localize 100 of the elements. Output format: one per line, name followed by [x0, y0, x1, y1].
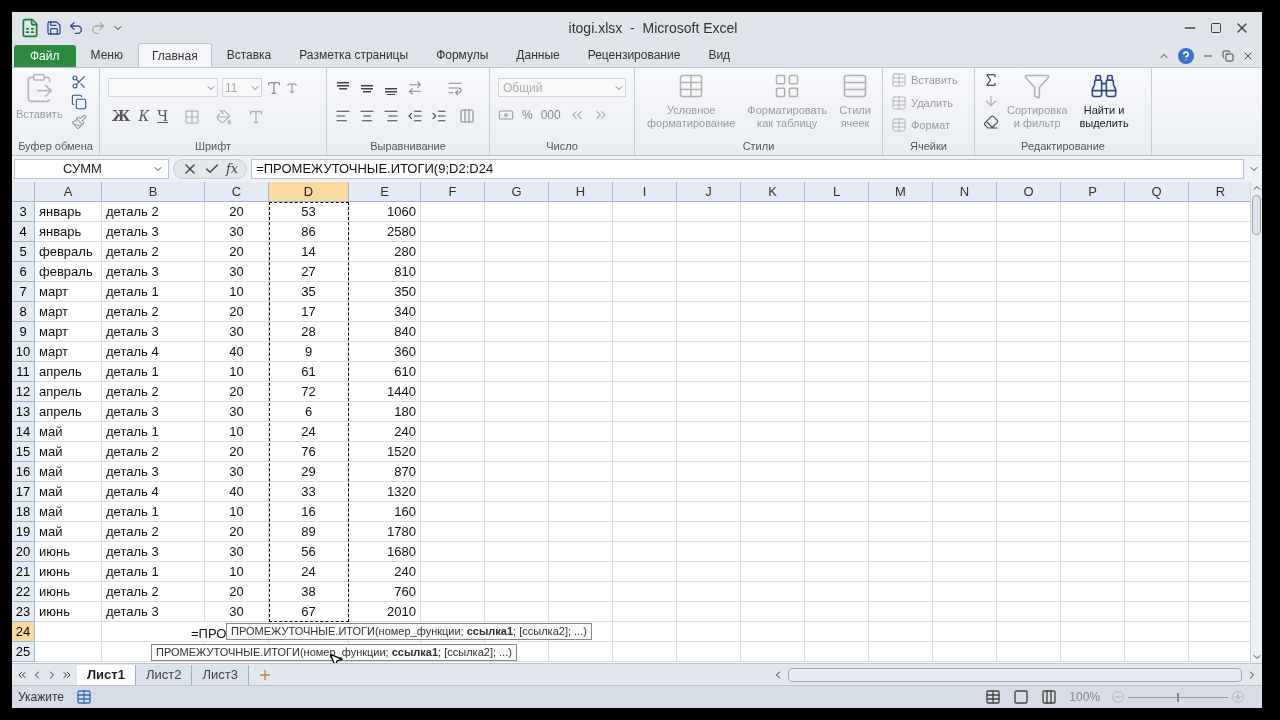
- ribbon-button[interactable]: Найти и выделить: [1075, 68, 1133, 130]
- row-header[interactable]: 20: [12, 542, 35, 562]
- empty-cell: [933, 622, 997, 642]
- column-header[interactable]: O: [997, 182, 1061, 202]
- normal-view-icon[interactable]: [985, 689, 1002, 705]
- underline-button[interactable]: Ч: [157, 106, 169, 127]
- shrink-font-icon[interactable]: [286, 81, 298, 94]
- column-header[interactable]: C: [205, 182, 269, 202]
- borders-icon[interactable]: [184, 108, 201, 125]
- row-header[interactable]: 10: [12, 342, 35, 362]
- row-header[interactable]: 18: [12, 502, 35, 522]
- column-header[interactable]: I: [613, 182, 677, 202]
- indent-increase-icon[interactable]: [431, 108, 447, 124]
- sheet-tab[interactable]: Лист3: [192, 664, 249, 685]
- empty-cell: [805, 262, 869, 282]
- insert-function-button[interactable]: fx: [226, 159, 239, 179]
- sheet-tab[interactable]: Лист2: [135, 664, 193, 685]
- page-break-icon[interactable]: [1041, 689, 1058, 705]
- column-header[interactable]: H: [549, 182, 613, 202]
- row-header[interactable]: 21: [12, 562, 35, 582]
- orientation-icon[interactable]: [407, 80, 423, 96]
- align-center-icon[interactable]: [359, 108, 375, 124]
- row-header[interactable]: 4: [12, 222, 35, 242]
- column-header[interactable]: G: [485, 182, 549, 202]
- row-header[interactable]: 9: [12, 322, 35, 342]
- row-header[interactable]: 13: [12, 402, 35, 422]
- row-header[interactable]: 16: [12, 462, 35, 482]
- column-header[interactable]: E: [349, 182, 421, 202]
- row-header[interactable]: 8: [12, 302, 35, 322]
- maximize-button[interactable]: [1210, 22, 1222, 34]
- ribbon-tab[interactable]: Рецензирование: [574, 43, 694, 67]
- column-header[interactable]: D: [269, 182, 349, 202]
- copy-icon[interactable]: [70, 94, 87, 110]
- ribbon-tab[interactable]: Разметка страницы: [286, 43, 422, 67]
- column-header[interactable]: A: [35, 182, 102, 202]
- column-header[interactable]: B: [102, 182, 205, 202]
- zoom-slider[interactable]: [1128, 692, 1228, 702]
- name-box[interactable]: СУММ: [14, 159, 169, 179]
- sheet-tab[interactable]: Лист1: [77, 664, 136, 685]
- help-icon[interactable]: [1178, 47, 1194, 64]
- bold-button[interactable]: Ж: [112, 106, 131, 127]
- row-header[interactable]: 11: [12, 362, 35, 382]
- excel-icon[interactable]: [20, 18, 40, 38]
- clear-icon[interactable]: [983, 114, 999, 130]
- column-header[interactable]: K: [741, 182, 805, 202]
- macro-record-icon[interactable]: [76, 689, 93, 705]
- indent-decrease-icon[interactable]: [407, 108, 423, 124]
- column-header[interactable]: R: [1189, 182, 1250, 202]
- ribbon-tab[interactable]: Данные: [503, 43, 573, 67]
- select-all-button[interactable]: [12, 182, 35, 202]
- column-header[interactable]: Q: [1125, 182, 1189, 202]
- column-header[interactable]: J: [677, 182, 741, 202]
- row-header[interactable]: 25: [12, 642, 35, 662]
- row-header[interactable]: 14: [12, 422, 35, 442]
- column-header[interactable]: M: [869, 182, 933, 202]
- autosum-icon[interactable]: [983, 72, 999, 88]
- table-cell: май: [35, 442, 102, 462]
- page-layout-icon[interactable]: [1013, 689, 1030, 705]
- row-header[interactable]: 15: [12, 442, 35, 462]
- row-header[interactable]: 6: [12, 262, 35, 282]
- row-header[interactable]: 23: [12, 602, 35, 622]
- column-header[interactable]: P: [1061, 182, 1125, 202]
- formula-field[interactable]: =ПРОМЕЖУТОЧНЫЕ.ИТОГИ(9;D2:D24: [251, 159, 1244, 179]
- ribbon-tab[interactable]: Формулы: [423, 43, 502, 67]
- row-header[interactable]: 17: [12, 482, 35, 502]
- currency-icon[interactable]: [498, 107, 514, 123]
- file-tab[interactable]: Файл: [14, 45, 76, 67]
- format-painter-icon[interactable]: [70, 114, 87, 130]
- ribbon-tab[interactable]: Меню: [77, 43, 136, 67]
- cut-icon[interactable]: [70, 74, 87, 90]
- row-header[interactable]: 24: [12, 622, 35, 642]
- row-header[interactable]: 5: [12, 242, 35, 262]
- fill-color-icon[interactable]: [216, 108, 233, 125]
- font-color-icon[interactable]: [248, 108, 265, 125]
- wrap-text-icon[interactable]: [447, 80, 463, 96]
- align-left-icon[interactable]: [335, 108, 351, 124]
- row-header[interactable]: 7: [12, 282, 35, 302]
- row-header[interactable]: 3: [12, 202, 35, 222]
- save-icon[interactable]: [46, 20, 62, 36]
- align-right-icon[interactable]: [383, 108, 399, 124]
- merge-cells-icon[interactable]: [459, 108, 475, 124]
- italic-button[interactable]: К: [138, 106, 150, 127]
- fill-icon[interactable]: [983, 93, 999, 109]
- empty-cell: [1125, 422, 1189, 442]
- scroll-thumb[interactable]: [1252, 195, 1261, 235]
- column-header[interactable]: L: [805, 182, 869, 202]
- row-header[interactable]: 22: [12, 582, 35, 602]
- undo-icon[interactable]: [68, 20, 84, 36]
- restore-workbook-icon[interactable]: [1222, 49, 1234, 62]
- redo-icon[interactable]: [90, 20, 106, 36]
- column-header[interactable]: F: [421, 182, 485, 202]
- ribbon-tab[interactable]: Вставка: [213, 43, 285, 67]
- ribbon-tab[interactable]: Главная: [137, 43, 212, 67]
- row-header[interactable]: 19: [12, 522, 35, 542]
- ribbon-tab[interactable]: Вид: [695, 43, 744, 67]
- font-name-field[interactable]: [108, 78, 218, 97]
- scroll-thumb[interactable]: [788, 667, 1242, 682]
- row-header[interactable]: 12: [12, 382, 35, 402]
- column-header[interactable]: N: [933, 182, 997, 202]
- grow-font-icon[interactable]: [266, 79, 282, 96]
